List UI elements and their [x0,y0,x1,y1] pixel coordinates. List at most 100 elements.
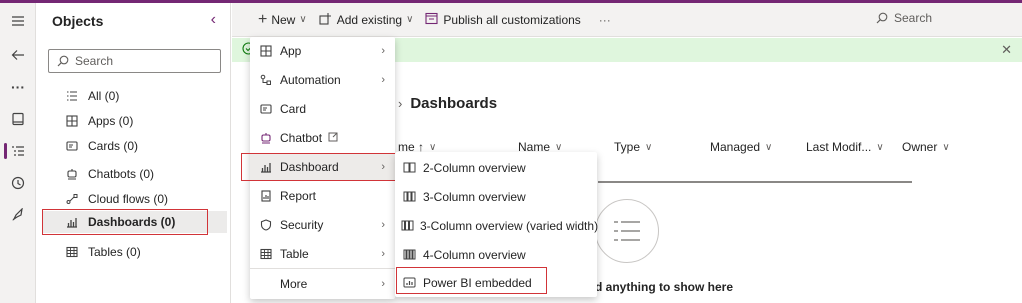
objects-item-all[interactable]: All (0) [42,85,227,107]
menu-item-label: Automation [280,73,341,87]
search-icon [57,55,69,67]
menu-item-label: Card [280,102,307,116]
objects-search-input[interactable]: Search [48,49,221,73]
menu-item-security[interactable]: Security › [250,211,395,239]
cloud-flow-icon [64,191,80,207]
chevron-right-icon: › [381,45,385,57]
more-commands-button[interactable]: ··· [593,3,617,37]
submenu-item-3-column[interactable]: 3-Column overview [395,182,597,211]
objects-item-label: Chatbots (0) [88,167,155,181]
objects-item-apps[interactable]: Apps (0) [42,110,227,132]
external-link-icon [328,131,338,145]
menu-divider [250,268,395,269]
submenu-item-label: 3-Column overview (varied width) [420,218,599,233]
chevron-down-icon: ∨ [555,141,563,153]
chevron-down-icon: ∨ [876,141,884,153]
column-header-label: Type [614,140,641,154]
publish-label: Publish all customizations [443,12,581,27]
menu-item-label: Table [280,247,309,261]
menu-item-card[interactable]: Card [250,95,395,123]
dashboard-highlight [241,153,397,181]
global-search-input[interactable]: Search [876,8,1014,28]
list-icon [64,88,80,104]
collapse-panel-icon[interactable]: ‹ [211,11,216,29]
four-column-icon [401,247,417,263]
new-button[interactable]: + New ∨ [252,3,313,37]
column-header-owner[interactable]: Owner ∨ [902,140,950,154]
menu-item-table[interactable]: Table › [250,240,395,268]
chevron-right-icon: › [381,219,385,231]
column-header-managed[interactable]: Managed ∨ [710,140,772,154]
chevron-down-icon: ∨ [429,141,437,153]
submenu-item-label: 2-Column overview [423,160,526,175]
global-search-placeholder: Search [894,11,933,25]
menu-item-more[interactable]: More › [250,270,395,298]
app-icon [258,43,274,59]
apps-icon [64,113,80,129]
menu-item-label: Security [280,218,324,232]
menu-item-report[interactable]: Report [250,182,395,210]
objects-item-cards[interactable]: Cards (0) [42,135,227,157]
chevron-down-icon: ∨ [406,14,414,25]
history-icon[interactable] [0,169,36,197]
back-arrow-icon[interactable] [0,41,36,69]
table-icon [64,244,80,260]
card-icon [258,101,274,117]
book-icon[interactable] [0,105,36,133]
page-title: Dashboards [410,95,498,112]
breadcrumb-separator-icon: › [398,96,403,111]
submenu-item-3-column-varied[interactable]: 3-Column overview (varied width) [395,211,599,240]
objects-title: Objects [52,13,104,29]
column-header-label: Managed [710,140,761,154]
objects-panel: Objects ‹ Search All (0) Apps (0) Cards … [36,3,231,303]
add-existing-icon [319,12,332,28]
two-column-icon [401,160,417,176]
new-button-label: New [271,12,296,27]
menu-item-label: Chatbot [280,131,323,145]
selection-highlight [42,209,208,235]
rocket-icon[interactable] [0,201,36,229]
add-existing-button[interactable]: Add existing ∨ [313,3,420,37]
report-icon [258,188,274,204]
objects-item-chatbots[interactable]: Chatbots (0) [42,163,227,185]
menu-item-label: More [280,277,308,291]
column-header-label: Owner [902,140,938,154]
objects-item-label: Tables (0) [88,245,141,259]
plus-icon: + [258,10,268,28]
search-icon [876,12,888,24]
menu-item-label: Report [280,189,317,203]
chevron-down-icon: ∨ [942,141,950,153]
more-icon[interactable]: ··· [0,73,36,101]
objects-list-icon[interactable] [0,137,36,165]
chatbot-icon [64,166,80,182]
power-bi-highlight [396,267,547,294]
column-header-type[interactable]: Type ∨ [614,140,652,154]
submenu-item-label: 3-Column overview [423,189,526,204]
submenu-item-2-column[interactable]: 2-Column overview [395,153,597,182]
chevron-down-icon: ∨ [645,141,653,153]
add-existing-label: Add existing [336,12,403,27]
objects-search-placeholder: Search [75,54,114,68]
publish-button[interactable]: Publish all customizations [419,3,586,37]
left-rail: ··· [0,3,36,303]
menu-item-chatbot[interactable]: Chatbot [250,124,395,152]
menu-item-automation[interactable]: Automation › [250,66,395,94]
column-header-label: Last Modif... [806,140,872,154]
close-icon[interactable]: ✕ [1001,42,1012,58]
submenu-item-label: 4-Column overview [423,247,526,262]
menu-item-label: App [280,44,302,58]
objects-item-tables[interactable]: Tables (0) [42,241,227,263]
objects-item-cloud-flows[interactable]: Cloud flows (0) [42,188,227,210]
column-header-last-modified[interactable]: Last Modif... ∨ [806,140,884,154]
hamburger-icon[interactable] [0,7,36,35]
chevron-right-icon: › [381,74,385,86]
objects-item-label: Apps (0) [88,114,134,128]
objects-item-label: All (0) [88,89,120,103]
three-column-icon [401,189,417,205]
objects-item-label: Cards (0) [88,139,139,153]
three-column-varied-icon [401,218,414,234]
card-icon [64,138,80,154]
submenu-item-4-column[interactable]: 4-Column overview [395,240,597,269]
security-icon [258,217,274,233]
menu-item-app[interactable]: App › [250,37,395,65]
